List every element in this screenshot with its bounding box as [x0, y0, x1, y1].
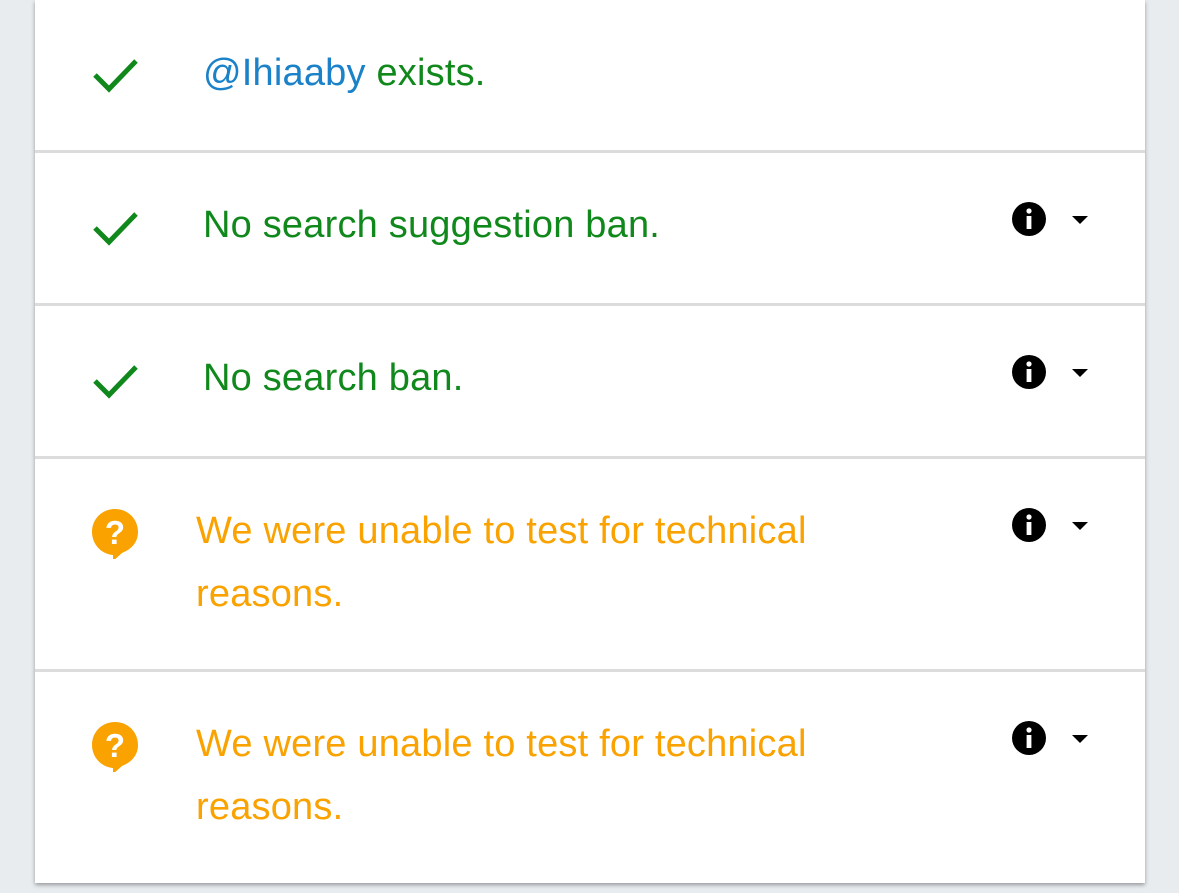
result-row-search-ban: No search ban.: [35, 306, 1145, 459]
info-icon[interactable]: [1010, 719, 1048, 757]
result-text-search-suggestion-ban: No search suggestion ban.: [203, 204, 661, 246]
chevron-down-icon[interactable]: [1069, 732, 1091, 746]
result-row-unable-to-test-2: ? We were unable to test for technical r…: [35, 672, 1145, 883]
result-row-unable-to-test: ? We were unable to test for technical r…: [35, 459, 1145, 672]
username-handle[interactable]: @Ihiaaby: [203, 52, 366, 94]
results-card: @Ihiaaby exists. No search suggestion ba…: [35, 0, 1145, 883]
chevron-down-icon[interactable]: [1069, 213, 1091, 227]
chevron-down-icon[interactable]: [1069, 519, 1091, 533]
svg-text:?: ?: [105, 727, 125, 764]
result-text-user-exists: @Ihiaaby exists.: [203, 52, 486, 94]
result-text-search-ban: No search ban.: [203, 357, 464, 399]
info-icon[interactable]: [1010, 353, 1048, 391]
result-text-unable-to-test: We were unable to test for technical rea…: [196, 723, 807, 828]
result-text-unable-to-test: We were unable to test for technical rea…: [196, 510, 807, 615]
info-icon[interactable]: [1010, 506, 1048, 544]
result-row-search-suggestion-ban: No search suggestion ban.: [35, 153, 1145, 306]
info-icon[interactable]: [1010, 200, 1048, 238]
checkmark-icon: [89, 201, 141, 253]
result-row-user-exists: @Ihiaaby exists.: [35, 0, 1145, 153]
question-bubble-icon: ?: [89, 720, 141, 772]
checkmark-icon: [89, 48, 141, 100]
question-bubble-icon: ?: [89, 507, 141, 559]
checkmark-icon: [89, 354, 141, 406]
svg-text:?: ?: [105, 514, 125, 551]
chevron-down-icon[interactable]: [1069, 366, 1091, 380]
